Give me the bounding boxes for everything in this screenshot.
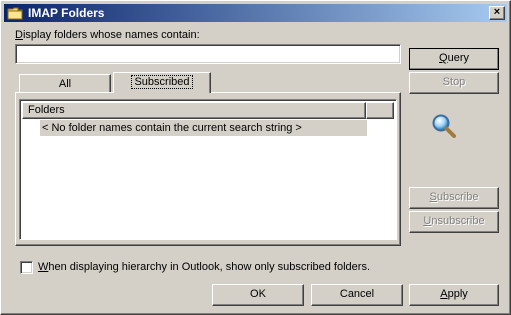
subscribed-only-label[interactable]: When displaying hierarchy in Outlook, sh… <box>38 261 370 273</box>
query-button[interactable]: Query <box>409 48 499 70</box>
ok-button[interactable]: OK <box>212 284 304 306</box>
subscribed-only-checkbox[interactable] <box>20 261 33 274</box>
close-icon[interactable]: × <box>489 6 505 20</box>
search-input[interactable] <box>15 44 401 64</box>
tab-all[interactable]: All <box>19 74 111 93</box>
folders-list[interactable]: Folders < No folder names contain the cu… <box>19 99 397 240</box>
stop-button[interactable]: Stop <box>409 72 499 94</box>
column-header-blank[interactable] <box>366 102 394 119</box>
imap-folders-dialog: IMAP Folders × Display folders whose nam… <box>0 0 511 315</box>
title-bar[interactable]: IMAP Folders × <box>4 4 507 22</box>
tab-subscribed[interactable]: Subscribed <box>113 72 211 93</box>
subscribe-button[interactable]: Subscribe <box>409 187 499 209</box>
list-item[interactable]: < No folder names contain the current se… <box>40 120 367 136</box>
cancel-button[interactable]: Cancel <box>311 284 403 306</box>
magnifier-icon <box>432 114 456 138</box>
folder-icon <box>7 7 23 20</box>
unsubscribe-button[interactable]: Unsubscribe <box>409 211 499 233</box>
search-label: Display folders whose names contain: <box>15 29 200 41</box>
column-header-folders[interactable]: Folders <box>22 102 366 119</box>
apply-button[interactable]: Apply <box>409 284 499 306</box>
window-title: IMAP Folders <box>28 6 105 20</box>
